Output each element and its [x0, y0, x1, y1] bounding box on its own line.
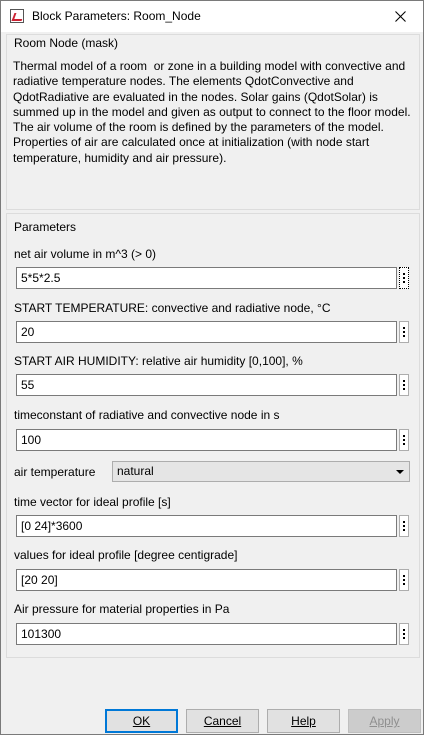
window-title: Block Parameters: Room_Node — [32, 9, 201, 23]
air-volume-field[interactable]: 5*5*2.5 — [16, 267, 397, 289]
timeconstant-options-icon[interactable] — [399, 429, 409, 451]
help-button[interactable]: Help — [267, 709, 340, 733]
ok-button[interactable]: OK — [105, 709, 178, 733]
close-button[interactable] — [377, 1, 423, 32]
start-humidity-field[interactable]: 55 — [16, 374, 397, 396]
cancel-button[interactable]: Cancel — [186, 709, 259, 733]
parameters-title: Parameters — [14, 220, 77, 234]
air-volume-options-icon[interactable] — [399, 267, 409, 289]
block-parameters-dialog: Block Parameters: Room_Node Room Node (m… — [0, 0, 424, 735]
profile-values-options-icon[interactable] — [399, 569, 409, 591]
timeconstant-field[interactable]: 100 — [16, 429, 397, 451]
air-pressure-label: Air pressure for material properties in … — [14, 602, 230, 616]
time-vector-options-icon[interactable] — [399, 515, 409, 537]
profile-values-label: values for ideal profile [degree centigr… — [14, 548, 238, 562]
apply-button-label: Apply — [369, 714, 400, 728]
air-temperature-selected: natural — [117, 464, 154, 478]
close-icon — [394, 11, 406, 22]
title-bar[interactable]: Block Parameters: Room_Node — [1, 1, 423, 32]
mask-description-text: Thermal model of a room or zone in a bui… — [13, 59, 411, 165]
start-humidity-label: START AIR HUMIDITY: relative air humidit… — [14, 354, 303, 368]
chevron-down-icon — [396, 470, 404, 474]
ok-button-label: OK — [132, 714, 151, 728]
time-vector-label: time vector for ideal profile [s] — [14, 495, 171, 509]
air-volume-label: net air volume in m^3 (> 0) — [14, 247, 157, 261]
start-temperature-field[interactable]: 20 — [16, 321, 397, 343]
time-vector-field[interactable]: [0 24]*3600 — [16, 515, 397, 537]
air-temperature-select[interactable]: natural — [112, 461, 410, 482]
air-temperature-label: air temperature — [14, 465, 96, 479]
air-pressure-field[interactable]: 101300 — [16, 623, 397, 645]
simulink-block-icon — [10, 9, 24, 23]
start-temperature-label: START TEMPERATURE: convective and radiat… — [14, 301, 331, 315]
help-button-label: Help — [291, 714, 316, 728]
mask-description-title: Room Node (mask) — [14, 36, 119, 50]
timeconstant-label: timeconstant of radiative and convective… — [14, 408, 280, 422]
profile-values-field[interactable]: [20 20] — [16, 569, 397, 591]
apply-button[interactable]: Apply — [348, 709, 421, 733]
air-pressure-options-icon[interactable] — [399, 623, 409, 645]
cancel-button-label: Cancel — [203, 714, 242, 728]
start-humidity-options-icon[interactable] — [399, 374, 409, 396]
start-temperature-options-icon[interactable] — [399, 321, 409, 343]
